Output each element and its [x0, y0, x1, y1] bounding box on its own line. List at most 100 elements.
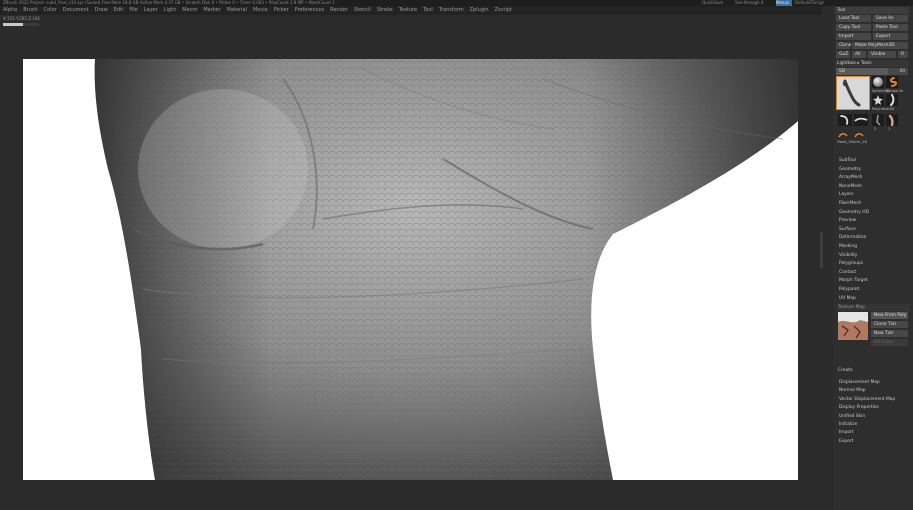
sd-slider[interactable]: SD 44 [836, 68, 908, 75]
import-button[interactable]: Import [836, 33, 871, 40]
tool-item-display-properties[interactable]: Display Properties [839, 404, 909, 412]
menu-edit[interactable]: Edit [114, 6, 124, 15]
tool-thumb-sphere3d[interactable] [872, 76, 884, 88]
tool-item-polygroups[interactable]: Polygroups [839, 260, 909, 269]
tool-item-preview[interactable]: Preview [839, 217, 909, 226]
coordinate-readout: X:153 Y:205 Z:160 [3, 16, 40, 21]
make-polymesh-button[interactable]: Make PolyMesh3D [852, 42, 908, 49]
tool-thumb-leg[interactable] [872, 114, 884, 126]
progress-bar [3, 23, 39, 26]
arm-mesh-icon [842, 79, 861, 107]
menu-movie[interactable]: Movie [253, 6, 268, 15]
clone-button[interactable]: Clone [836, 42, 851, 49]
hand-icon [888, 114, 894, 127]
tool-item-geometry[interactable]: Geometry [839, 166, 909, 175]
menu-preferences[interactable]: Preferences [295, 6, 324, 15]
tool-item-export[interactable]: Export [839, 438, 909, 446]
tool-item-morph-target[interactable]: Morph Target [839, 277, 909, 286]
tool-item-unified-skin[interactable]: Unified Skin [839, 413, 909, 421]
progress-fill [3, 23, 23, 26]
tool-palette-title[interactable]: Tool [835, 7, 909, 14]
menu-brush[interactable]: Brush [23, 6, 37, 15]
tool-thumb-arm2[interactable] [838, 114, 852, 126]
lightbox-tools-button[interactable]: Lightbox ▸ Tools [835, 60, 909, 67]
plugin-label-hand: Hand_18 [837, 140, 853, 144]
tool-item-import[interactable]: Import [839, 429, 909, 437]
visible-button[interactable]: Visible [868, 51, 896, 58]
new-from-poly-button[interactable]: New From Poly [871, 312, 908, 319]
tool-item-initialize[interactable]: Initialize [839, 421, 909, 429]
tool-subpalette-list-2: Displacement Map Normal Map Vector Displac… [839, 379, 909, 446]
tool-item-deformation[interactable]: Deformation [839, 234, 909, 243]
tool-thumb-arm[interactable] [886, 94, 898, 106]
paste-tool-button[interactable]: Paste Tool [873, 24, 908, 31]
tool-item-geometry-hd[interactable]: Geometry HD [839, 209, 909, 218]
arm-plugin-icon [854, 133, 864, 138]
tool-item-vector-displacement-map[interactable]: Vector Displacement Map [839, 396, 909, 404]
tool-item-layers[interactable]: Layers [839, 191, 909, 200]
menu-file[interactable]: File [129, 6, 137, 15]
tool-item-uv-map[interactable]: UV Map [839, 295, 909, 304]
plugin-thumb-hand[interactable] [838, 131, 848, 139]
fill-color-button[interactable]: Fill Color [871, 339, 908, 346]
tool-item-surface[interactable]: Surface [839, 226, 909, 235]
main-menu-bar: Alpha Brush Color Document Draw Edit File Layer… [0, 6, 822, 15]
tool-item-polypaint[interactable]: Polypaint [839, 286, 909, 295]
tool-item-masking[interactable]: Masking [839, 243, 909, 252]
create-item[interactable]: Create [838, 368, 853, 373]
export-button[interactable]: Export [873, 33, 908, 40]
all-button[interactable]: All [852, 51, 866, 58]
menu-zscript[interactable]: Zscript [495, 6, 512, 15]
texture-map-thumbnail[interactable] [838, 312, 868, 340]
hand-plugin-icon [838, 133, 848, 138]
copy-tool-button[interactable]: Copy Tool [836, 24, 871, 31]
tool-item-nanomesh[interactable]: NanoMesh [839, 183, 909, 192]
menu-document[interactable]: Document [63, 6, 89, 15]
tool-thumb-star[interactable] [872, 94, 884, 106]
document-canvas[interactable] [23, 59, 798, 480]
tool-item-fibermesh[interactable]: FiberMesh [839, 200, 909, 209]
menu-transform[interactable]: Transform [439, 6, 464, 15]
menu-light[interactable]: Light [164, 6, 176, 15]
menu-layer[interactable]: Layer [144, 6, 158, 15]
tool-thumb-hand[interactable] [886, 114, 898, 127]
tool-thumb-flat[interactable] [854, 114, 868, 126]
tool-item-normal-map[interactable]: Normal Map [839, 387, 909, 395]
new-txtr-button[interactable]: New Txtr [871, 330, 908, 337]
menu-draw[interactable]: Draw [95, 6, 108, 15]
menu-color[interactable]: Color [44, 6, 57, 15]
menu-material[interactable]: Material [227, 6, 247, 15]
thumb-label-2: 2 [874, 127, 877, 131]
load-tool-button[interactable]: Load Tool [836, 15, 871, 22]
simple-brush-icon [890, 77, 898, 87]
menu-texture[interactable]: Texture [399, 6, 417, 15]
menu-alpha[interactable]: Alpha [3, 6, 17, 15]
menu-picker[interactable]: Picker [274, 6, 289, 15]
menu-render[interactable]: Render [330, 6, 348, 15]
tool-item-visibility[interactable]: Visibility [839, 252, 909, 261]
menu-stroke[interactable]: Stroke [377, 6, 393, 15]
menu-tool[interactable]: Tool [423, 6, 433, 15]
tool-item-displacement-map[interactable]: Displacement Map [839, 379, 909, 387]
tool-item-arraymesh[interactable]: ArrayMesh [839, 174, 909, 183]
r-button[interactable]: R [898, 51, 908, 58]
skin-render [94, 59, 798, 480]
canvas-scroll-handle[interactable] [820, 232, 823, 268]
window-title: ZBrush 2022 Project: subd_final_v14.zpr … [3, 0, 335, 5]
goz-button[interactable]: GoZ [836, 51, 850, 58]
menu-stencil[interactable]: Stencil [354, 6, 371, 15]
menu-macro[interactable]: Macro [182, 6, 197, 15]
tool-item-subtool[interactable]: SubTool [839, 157, 909, 166]
clone-txtr-button[interactable]: Clone Txtr [871, 321, 908, 328]
plugin-thumb-arm[interactable] [854, 131, 864, 139]
tool-thumb-simple-brush[interactable] [886, 76, 898, 88]
thumb-label-polymesh: Polymesh3D [872, 107, 895, 111]
thumb-label-1: 1 [888, 127, 891, 131]
tool-item-contact[interactable]: Contact [839, 269, 909, 278]
menu-zplugin[interactable]: Zplugin [470, 6, 489, 15]
texture-map-header[interactable]: Texture Map [836, 304, 910, 311]
menu-marker[interactable]: Marker [203, 6, 220, 15]
tool-thumb-arm-mesh[interactable] [836, 76, 870, 110]
sd-slider-label: SD [839, 69, 846, 74]
save-as-button[interactable]: Save As [873, 15, 908, 22]
